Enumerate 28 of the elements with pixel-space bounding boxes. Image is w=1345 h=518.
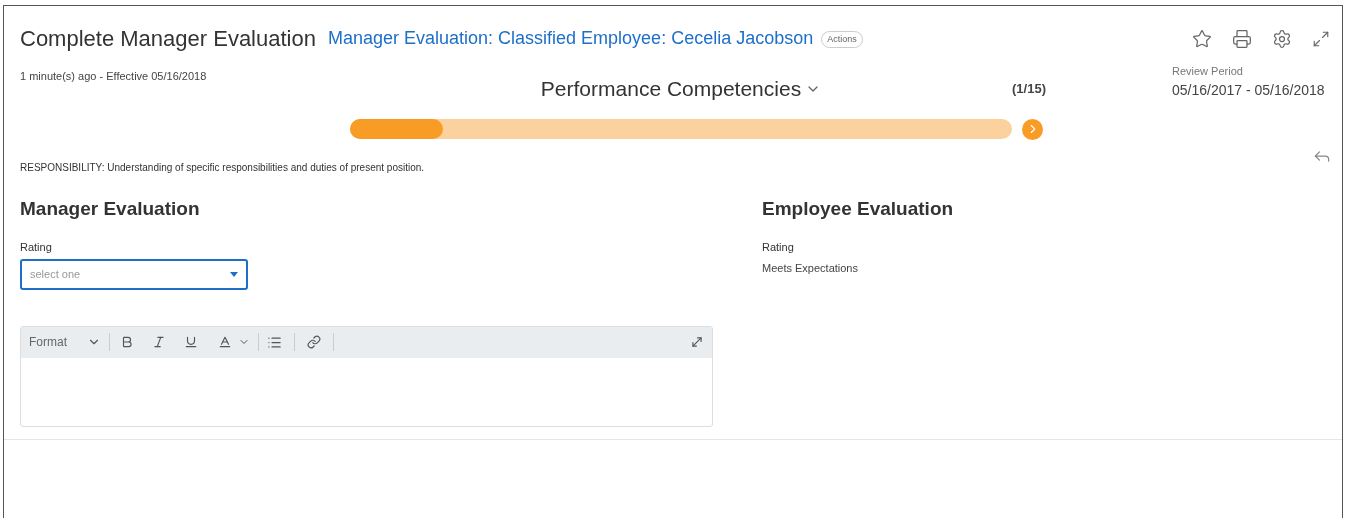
review-period-value: 05/16/2017 - 05/16/2018 (1172, 80, 1326, 100)
rating-label: Rating (20, 240, 53, 255)
section-title[interactable]: Performance Competencies (540, 73, 802, 105)
rating-label: Rating (762, 240, 795, 255)
rating-select[interactable]: select one (20, 258, 248, 290)
review-period-label: Review Period (1172, 64, 1244, 79)
page-title: Complete Manager Evaluation (20, 25, 316, 53)
progress-counter: (1/15) (1012, 80, 1046, 98)
worker-link[interactable]: Manager Evaluation: Classified Employee: Cecelia Jacobson (327, 25, 814, 52)
expand-icon[interactable] (1312, 29, 1330, 48)
text-color-icon[interactable] (218, 335, 232, 349)
settings-icon[interactable] (1272, 28, 1292, 49)
responsibility-text: RESPONSIBILITY: Understanding of specific responsibilities and duties of present position. (20, 160, 425, 175)
expand-editor-icon[interactable] (690, 335, 704, 349)
timestamp-text: 1 minute(s) ago - Effective 05/16/2018 (20, 70, 207, 82)
section-heading: Manager Evaluation (20, 196, 201, 221)
italic-icon[interactable] (152, 335, 166, 349)
rating-value: Meets Expectations (762, 260, 859, 276)
print-icon[interactable] (1232, 28, 1252, 49)
dropdown-triangle-icon (230, 271, 238, 277)
bold-icon[interactable] (120, 335, 134, 349)
star-icon[interactable] (1192, 28, 1212, 49)
list-icon[interactable] (267, 334, 282, 350)
underline-icon[interactable] (184, 335, 198, 349)
format-dropdown[interactable]: Format (29, 333, 67, 351)
link-icon[interactable] (307, 335, 321, 349)
section-heading: Employee Evaluation (762, 196, 955, 221)
rich-text-editor[interactable]: Format (20, 325, 713, 427)
